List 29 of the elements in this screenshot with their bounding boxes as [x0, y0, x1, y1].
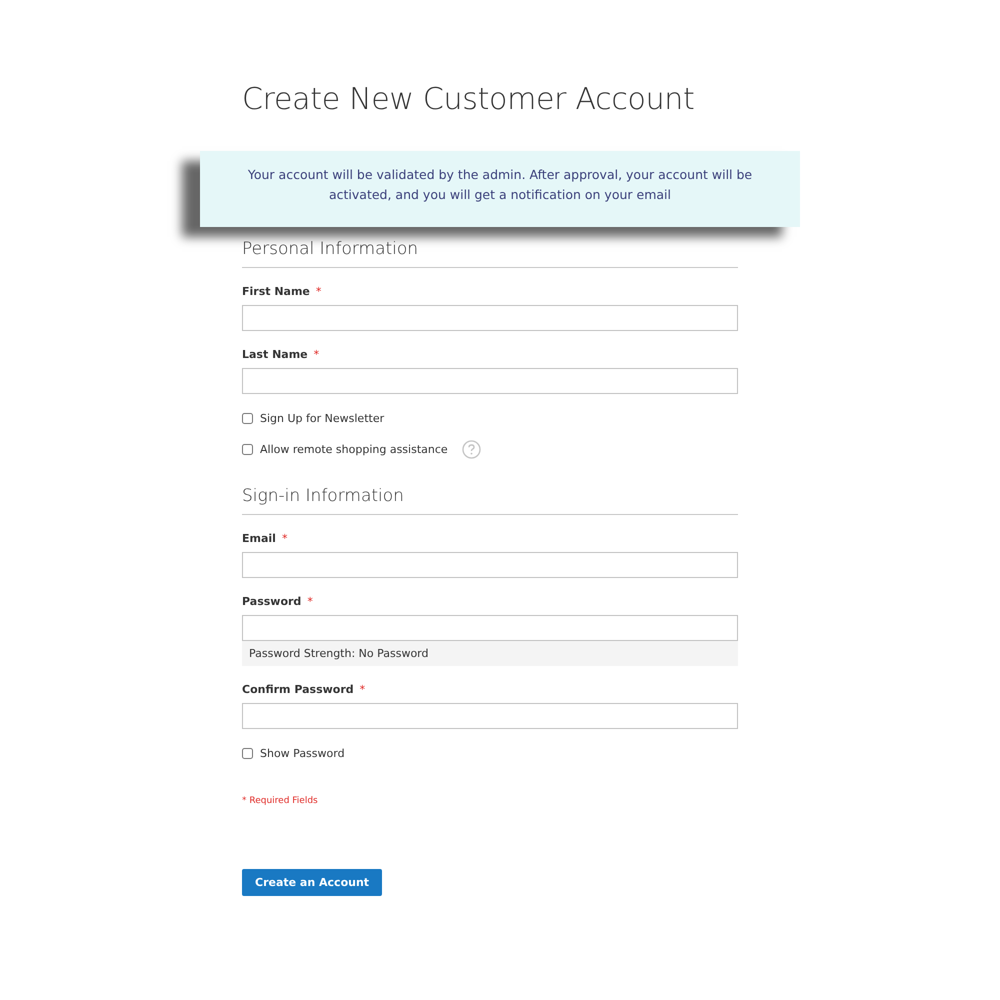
required-mark: * [314, 348, 320, 361]
password-strength-meter: Password Strength: No Password [242, 641, 738, 666]
help-icon[interactable] [462, 440, 481, 458]
field-label: First Name [242, 285, 310, 298]
field-label: Last Name [242, 348, 308, 361]
checkbox-label: Show Password [260, 746, 345, 760]
input-field[interactable] [242, 305, 738, 331]
checkbox[interactable] [242, 444, 253, 454]
field-label: Confirm Password [242, 683, 354, 696]
section-heading: Personal Information [242, 239, 738, 268]
input-field[interactable] [242, 552, 738, 578]
input-field[interactable] [242, 703, 738, 729]
required-mark: * [316, 285, 322, 298]
field-label: Password [242, 595, 302, 608]
required-mark: * [282, 532, 288, 545]
checkbox[interactable] [242, 412, 253, 424]
input-field[interactable] [242, 368, 738, 394]
checkbox-label: Sign Up for Newsletter [260, 412, 384, 424]
required-fields-note: * Required Fields [242, 796, 319, 806]
input-field[interactable] [242, 615, 738, 641]
required-mark: * [307, 595, 313, 608]
notice-banner: Your account will be validated by the admin. After approval, your account will be activated, and you will get a notification on your email [200, 151, 800, 227]
create-account-button[interactable]: Create an Account [242, 869, 382, 896]
page-title: Create New Customer Account [242, 82, 696, 117]
required-mark: * [360, 683, 366, 696]
section-heading: Sign-in Information [242, 486, 738, 515]
checkbox[interactable] [242, 748, 253, 758]
field-label: Email [242, 532, 276, 545]
checkbox-label: Allow remote shopping assistance [260, 442, 448, 456]
